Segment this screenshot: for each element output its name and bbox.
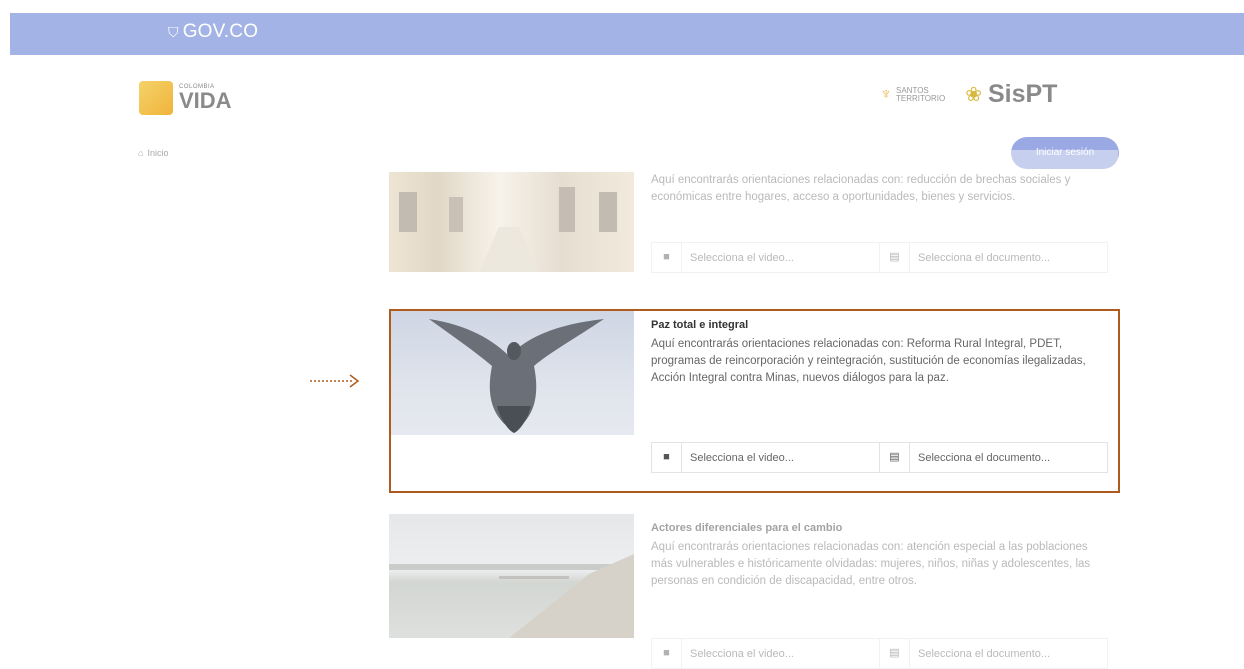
sispt-icon: ❀ <box>965 84 982 106</box>
gov-shield-icon: ⛉ <box>168 23 179 40</box>
video-select-label: Selecciona el video... <box>690 647 794 660</box>
gov-co-logo[interactable]: ⛉ GOV.CO <box>168 21 258 43</box>
santos-territorio-logo[interactable]: ♆ SANTOS TERRITORIO <box>880 85 946 103</box>
logo-big-text: VIDA <box>179 88 232 113</box>
vida-logo-icon <box>139 81 173 115</box>
highlight-frame <box>389 309 1120 493</box>
card-description: Aquí encontrarás orientaciones relaciona… <box>651 541 1091 587</box>
sispt-label: SisPT <box>987 80 1058 108</box>
card-actions: ■ Selecciona el video... ▤ Selecciona el… <box>651 242 1108 273</box>
sispt-logo[interactable]: ❀ SisPT <box>965 80 1057 109</box>
card-image-street <box>389 172 634 272</box>
gov-top-bar: ⛉ GOV.CO <box>10 13 1244 55</box>
card-reduccion-brechas: Aquí encontrarás orientaciones relaciona… <box>389 150 1118 290</box>
street-illustration <box>399 187 617 272</box>
colombia-vida-logo[interactable]: COLOMBIA VIDA <box>139 76 249 120</box>
pier-illustration <box>389 554 634 638</box>
logo-a-line2: TERRITORIO <box>896 93 946 103</box>
video-icon: ■ <box>652 639 682 668</box>
territorio-icon: ♆ <box>880 85 892 103</box>
breadcrumb[interactable]: ⌂ Inicio <box>138 148 168 158</box>
card-actions: ■ Selecciona el video... ▤ Selecciona el… <box>651 638 1108 669</box>
document-select[interactable]: ▤ Selecciona el documento... <box>880 639 1107 668</box>
home-icon: ⌂ <box>138 148 144 158</box>
card-title: Actores diferenciales para el cambio <box>651 522 843 534</box>
document-icon: ▤ <box>880 243 910 272</box>
document-select[interactable]: ▤ Selecciona el documento... <box>880 243 1107 272</box>
video-select-label: Selecciona el video... <box>690 251 794 264</box>
video-icon: ■ <box>652 243 682 272</box>
document-select-label: Selecciona el documento... <box>918 647 1051 660</box>
card-actores-diferenciales: Actores diferenciales para el cambio Aqu… <box>389 514 1118 669</box>
partner-logos: ♆ SANTOS TERRITORIO ❀ SisPT <box>880 80 1057 109</box>
card-description: Aquí encontrarás orientaciones relaciona… <box>651 174 1071 203</box>
video-select[interactable]: ■ Selecciona el video... <box>652 639 880 668</box>
document-select-label: Selecciona el documento... <box>918 251 1051 264</box>
video-select[interactable]: ■ Selecciona el video... <box>652 243 880 272</box>
gov-co-label: GOV.CO <box>182 21 259 42</box>
document-icon: ▤ <box>880 639 910 668</box>
card-image-pier <box>389 514 634 638</box>
breadcrumb-home: Inicio <box>147 148 169 158</box>
pointer-arrow-icon <box>310 374 360 388</box>
